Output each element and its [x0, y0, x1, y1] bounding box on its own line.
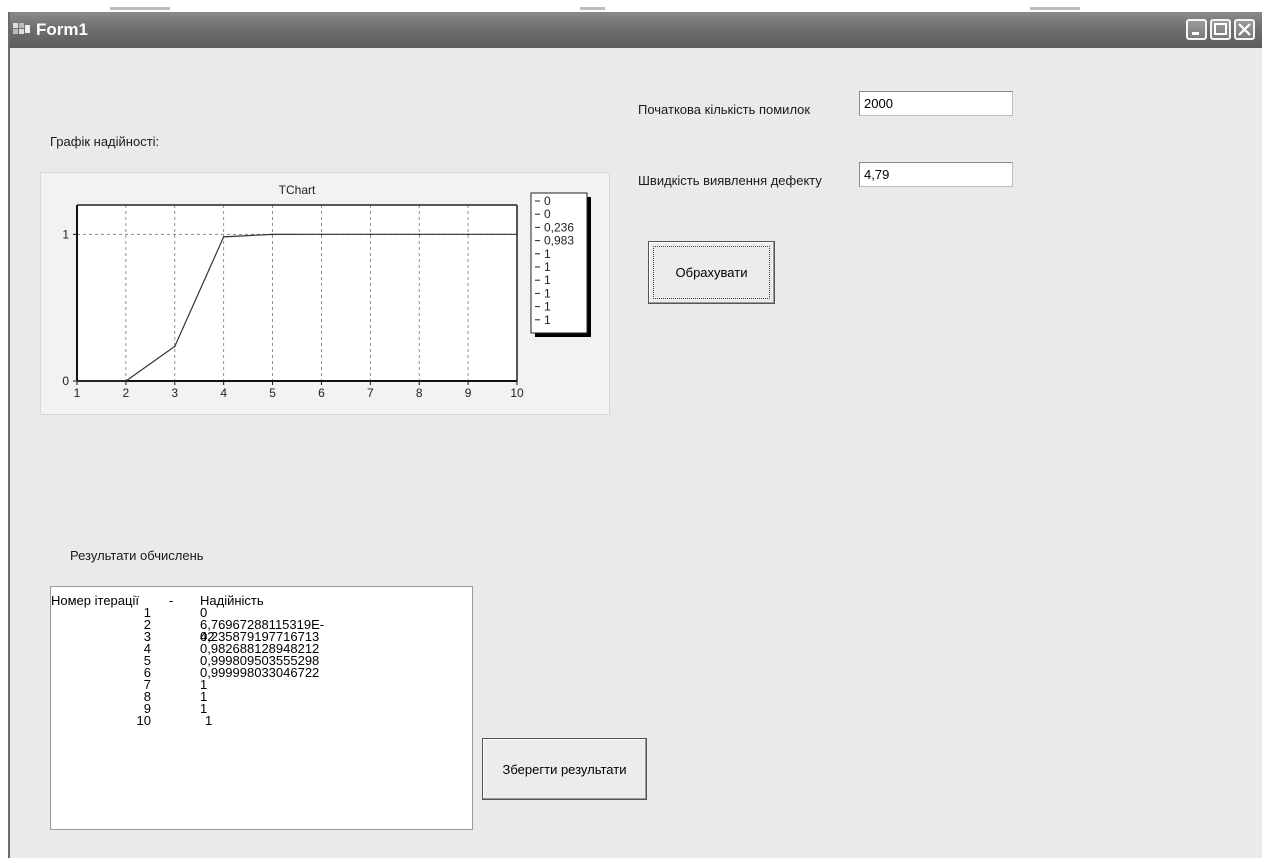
- window-title: Form1: [36, 20, 88, 39]
- background-window-edge: [110, 7, 170, 10]
- results-caption: Результати обчислень: [70, 548, 204, 563]
- reliability-chart: TChart1 2 3 4 5 6 7 8 9 1001000,2360,983111111: [62, 183, 591, 400]
- detection-rate-field[interactable]: [859, 162, 1013, 187]
- minimize-button[interactable]: [1186, 19, 1207, 40]
- data-point: [418, 233, 421, 236]
- background-window-edge: [580, 7, 605, 10]
- minimize-icon: [1192, 32, 1199, 35]
- reliability-value: 1: [205, 713, 213, 728]
- background-window-edge: [1030, 7, 1080, 10]
- x-tick-label: 4: [220, 386, 227, 400]
- x-tick-label: 1: [74, 386, 81, 400]
- x-tick-label: 5: [269, 386, 276, 400]
- initial-errors-field[interactable]: [859, 91, 1013, 116]
- save-results-button[interactable]: Зберегти результати: [482, 738, 647, 800]
- reliability-value: 0,999998033046722: [200, 665, 320, 680]
- results-header-reliability: Надійність: [200, 593, 264, 608]
- x-tick-label: 7: [367, 386, 374, 400]
- y-tick-label: 0: [62, 374, 69, 388]
- detection-rate-label: Швидкість виявлення дефекту: [638, 173, 822, 188]
- legend-entry: 0: [544, 207, 551, 221]
- x-tick-label: 8: [416, 386, 423, 400]
- chart-caption: Графік надійності:: [50, 134, 160, 149]
- data-point: [369, 233, 372, 236]
- results-header-separator: -: [169, 593, 174, 608]
- data-point: [125, 380, 127, 382]
- x-tick-label: 9: [465, 386, 472, 400]
- data-point: [222, 236, 225, 238]
- legend-entry: 1: [544, 273, 551, 287]
- calculate-button[interactable]: Обрахувати: [648, 241, 775, 304]
- maximize-button[interactable]: [1210, 19, 1231, 40]
- focus-rectangle: [653, 246, 770, 299]
- iteration-number: 10: [136, 713, 151, 728]
- legend-entry: 0,983: [544, 234, 574, 248]
- data-point: [271, 233, 274, 236]
- initial-errors-label: Початкова кількість помилок: [638, 102, 811, 117]
- legend-entry: 0: [544, 194, 551, 208]
- save-button-label: Зберегти результати: [502, 761, 627, 777]
- data-point: [467, 233, 469, 236]
- y-tick-label: 1: [62, 227, 69, 241]
- x-tick-label: 3: [171, 386, 178, 400]
- app-icon: [13, 23, 30, 34]
- data-point: [320, 233, 323, 236]
- data-point: [516, 233, 518, 236]
- legend-entry: 1: [544, 260, 551, 274]
- title-bar[interactable]: Form1: [10, 12, 1262, 48]
- x-tick-label: 6: [318, 386, 325, 400]
- data-point: [173, 345, 176, 348]
- close-button[interactable]: [1234, 19, 1255, 40]
- x-tick-label: 2: [123, 386, 130, 400]
- legend-entry: 1: [544, 247, 551, 261]
- legend-entry: 1: [544, 300, 551, 314]
- results-header-iteration: Номер ітерації: [51, 593, 139, 608]
- legend-entry: 1: [544, 313, 551, 327]
- legend-entry: 0,236: [544, 220, 574, 234]
- results-memo[interactable]: Номер ітерації - Надійність 1 0 2 6,7696728…: [50, 586, 473, 830]
- reliability-chart-panel: TChart 1 2 3 4 5 6 7 8 9 10 0 1 0 0 0,236 0,983 1 1 1 1 1 1: [40, 172, 610, 415]
- legend-entry: 1: [544, 286, 551, 300]
- plot-area: [77, 205, 517, 381]
- close-icon: [1238, 23, 1251, 36]
- maximize-icon: [1214, 23, 1227, 35]
- data-point: [76, 380, 78, 382]
- x-tick-label: 10: [510, 386, 524, 400]
- chart-title: TChart: [279, 183, 316, 197]
